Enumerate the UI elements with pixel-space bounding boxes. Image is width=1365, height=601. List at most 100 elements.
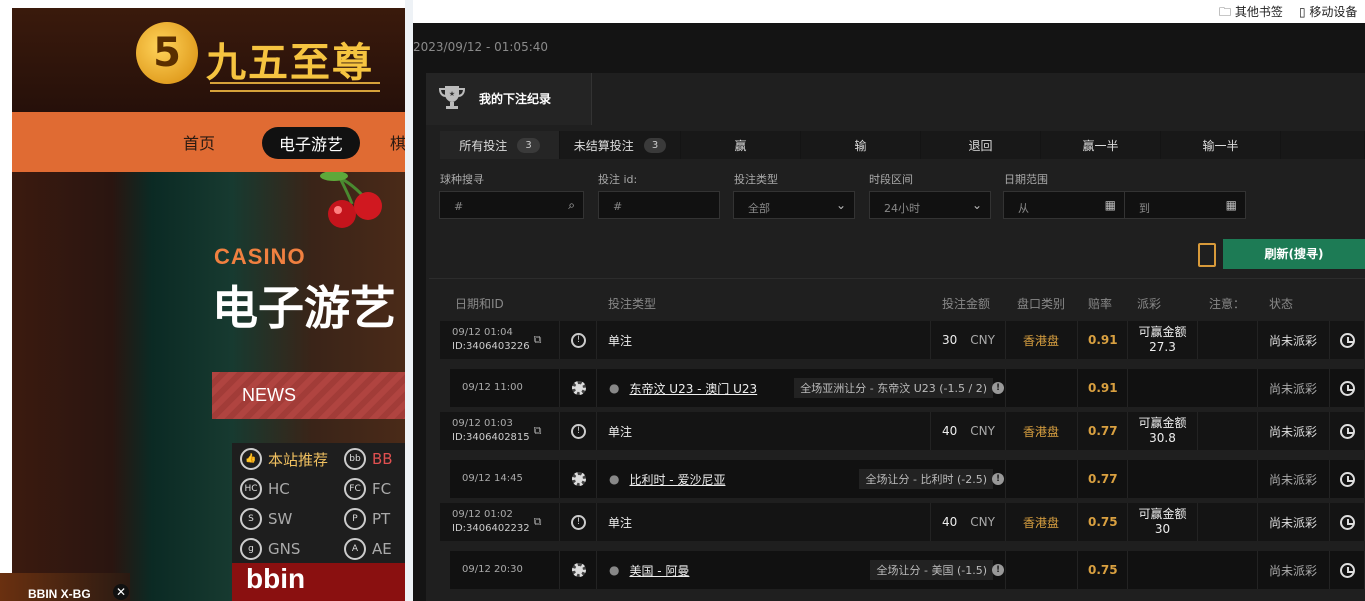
bet-id-placeholder: #: [613, 200, 623, 213]
bet-detail-row: 09/12 14:45 ● 比利时 - 爱沙尼亚 全场让分 - 比利时 (-2.5)!…: [450, 460, 1365, 498]
calendar-icon[interactable]: ▦: [1105, 198, 1116, 212]
bet-status: 尚未派彩: [1269, 424, 1318, 439]
sport-search-input[interactable]: # ⌕: [439, 191, 584, 219]
provider-hc[interactable]: HC HC: [240, 478, 290, 500]
clock-icon[interactable]: [1340, 423, 1355, 439]
date-to-input[interactable]: 到 ▦: [1124, 191, 1246, 219]
payout-cell: 可赢金额 30.8: [1128, 412, 1198, 450]
bet-id-input[interactable]: #: [598, 191, 720, 219]
calendar-icon[interactable]: ▦: [1226, 198, 1237, 212]
clipboard-icon[interactable]: [1198, 243, 1216, 267]
copy-icon[interactable]: ⧉: [534, 515, 542, 529]
bet-info-cell: !: [560, 321, 597, 359]
provider-pt[interactable]: P PT: [344, 508, 390, 530]
bookmark-mobile[interactable]: ▯ 移动设备: [1299, 3, 1357, 20]
bookmark-other[interactable]: 🗀 其他书签: [1219, 3, 1283, 24]
refresh-search-button[interactable]: 刷新(搜寻): [1223, 239, 1365, 269]
period-value: 24小时: [884, 202, 920, 215]
provider-bb[interactable]: bb BB: [344, 448, 393, 470]
tab-overflow[interactable]: [1281, 131, 1365, 159]
clock-icon[interactable]: [1340, 471, 1355, 487]
status-cell: 尚未派彩: [1258, 321, 1330, 359]
news-header[interactable]: NEWS: [212, 372, 405, 419]
bbin-banner[interactable]: bbin: [232, 563, 405, 601]
info-circle-icon[interactable]: !: [571, 423, 586, 439]
info-icon[interactable]: !: [992, 564, 1004, 576]
tab-win[interactable]: 赢: [681, 131, 801, 159]
match-link[interactable]: 美国 - 阿曼: [619, 562, 689, 579]
tab-count-badge: 3: [643, 137, 667, 153]
bet-date: 09/12 01:04: [452, 327, 513, 338]
bet-type-select[interactable]: 全部 ⌄: [733, 191, 855, 219]
clock-icon[interactable]: [1340, 380, 1355, 396]
provider-gns[interactable]: g GNS: [240, 538, 300, 560]
detail-empty-cell: [1128, 369, 1258, 407]
nav-home[interactable]: 首页: [183, 130, 215, 154]
provider-label: GNS: [268, 540, 301, 558]
info-icon[interactable]: !: [992, 473, 1004, 485]
detail-odds: 0.77: [1088, 472, 1118, 486]
tab-lose[interactable]: 输: [801, 131, 921, 159]
bullet: ●: [609, 381, 620, 395]
provider-ae[interactable]: A AE: [344, 538, 392, 560]
note-cell: [1198, 321, 1258, 359]
period-select[interactable]: 24小时 ⌄: [869, 191, 991, 219]
tab-half-win[interactable]: 赢一半: [1041, 131, 1161, 159]
bb-icon: bb: [344, 448, 366, 470]
sport-cell: [560, 369, 597, 407]
date-from-input[interactable]: 从 ▦: [1003, 191, 1125, 219]
info-circle-icon[interactable]: !: [571, 332, 586, 348]
clock-icon[interactable]: [1340, 332, 1355, 348]
close-icon[interactable]: ✕: [113, 584, 129, 600]
bullet: ●: [609, 563, 620, 577]
bet-type: 单注: [608, 515, 633, 530]
provider-label: AE: [372, 540, 392, 558]
info-icon[interactable]: !: [992, 382, 1004, 394]
copy-icon[interactable]: ⧉: [534, 333, 542, 347]
info-circle-icon[interactable]: !: [571, 514, 586, 530]
provider-sw[interactable]: S SW: [240, 508, 292, 530]
floating-ad[interactable]: BBIN X-BG: [0, 573, 130, 601]
match-link[interactable]: 东帝汶 U23 - 澳门 U23: [619, 380, 757, 397]
provider-fc[interactable]: FC FC: [344, 478, 391, 500]
panel-tab[interactable]: ★ 我的下注纪录: [426, 73, 592, 125]
detail-clock-cell: [1330, 369, 1365, 407]
payout-label: 可赢金额: [1138, 325, 1187, 339]
market-type: 香港盘: [1023, 515, 1060, 530]
logo-icon[interactable]: 5: [136, 22, 198, 84]
bet-detail-row: 09/12 11:00 ● 东帝汶 U23 - 澳门 U23 全场亚洲让分 - 东帝汶…: [450, 369, 1365, 407]
bet-type: 单注: [608, 424, 633, 439]
bullet: ●: [609, 472, 620, 486]
chevron-down-icon: ⌄: [971, 198, 982, 212]
col-payout: 派彩: [1137, 297, 1162, 311]
match-link[interactable]: 比利时 - 爱沙尼亚: [619, 471, 725, 488]
market-selection: 全场让分 - 比利时 (-2.5): [859, 469, 993, 489]
search-icon[interactable]: ⌕: [568, 198, 575, 213]
table-row: 09/12 01:04 ID:3406403226 ⧉! 单注 30 CNY 香港盘 0.91…: [440, 321, 1365, 359]
tab-half-lose[interactable]: 输一半: [1161, 131, 1281, 159]
market-info-cell: !: [992, 551, 1078, 589]
table-header: 日期和ID 投注类型 投注金额 盘口类别 赔率 派彩 注意： 状态: [429, 293, 1365, 315]
sport-search-label: 球种搜寻: [440, 173, 484, 186]
provider-recommend[interactable]: 👍 本站推荐: [240, 448, 328, 470]
copy-icon[interactable]: ⧉: [534, 424, 542, 438]
clock-icon[interactable]: [1340, 562, 1355, 578]
tab-unsettled[interactable]: 未结算投注 3: [560, 131, 681, 159]
table-row: 09/12 01:02 ID:3406402232 ⧉! 单注 40 CNY 香港盘 0.75…: [440, 503, 1365, 541]
bet-odds: 0.91: [1088, 333, 1118, 347]
tab-refund[interactable]: 退回: [921, 131, 1041, 159]
chevron-down-icon: ⌄: [835, 198, 846, 212]
logo-ornament: [210, 82, 380, 92]
cherry-icon: [320, 172, 382, 228]
detail-empty-cell: [1128, 551, 1258, 589]
tab-all-bets[interactable]: 所有投注 3: [440, 131, 560, 159]
casino-nav: 首页 电子游艺 棋: [12, 112, 405, 172]
note-cell: [1198, 503, 1258, 541]
clock-cell: [1330, 412, 1365, 450]
nav-electronic-games[interactable]: 电子游艺: [262, 127, 361, 159]
bet-amount: 40: [942, 424, 958, 438]
nav-chess[interactable]: 棋: [390, 130, 405, 154]
col-note: 注意：: [1209, 297, 1246, 311]
logo-text[interactable]: 九五至尊: [206, 30, 374, 88]
clock-icon[interactable]: [1340, 514, 1355, 530]
